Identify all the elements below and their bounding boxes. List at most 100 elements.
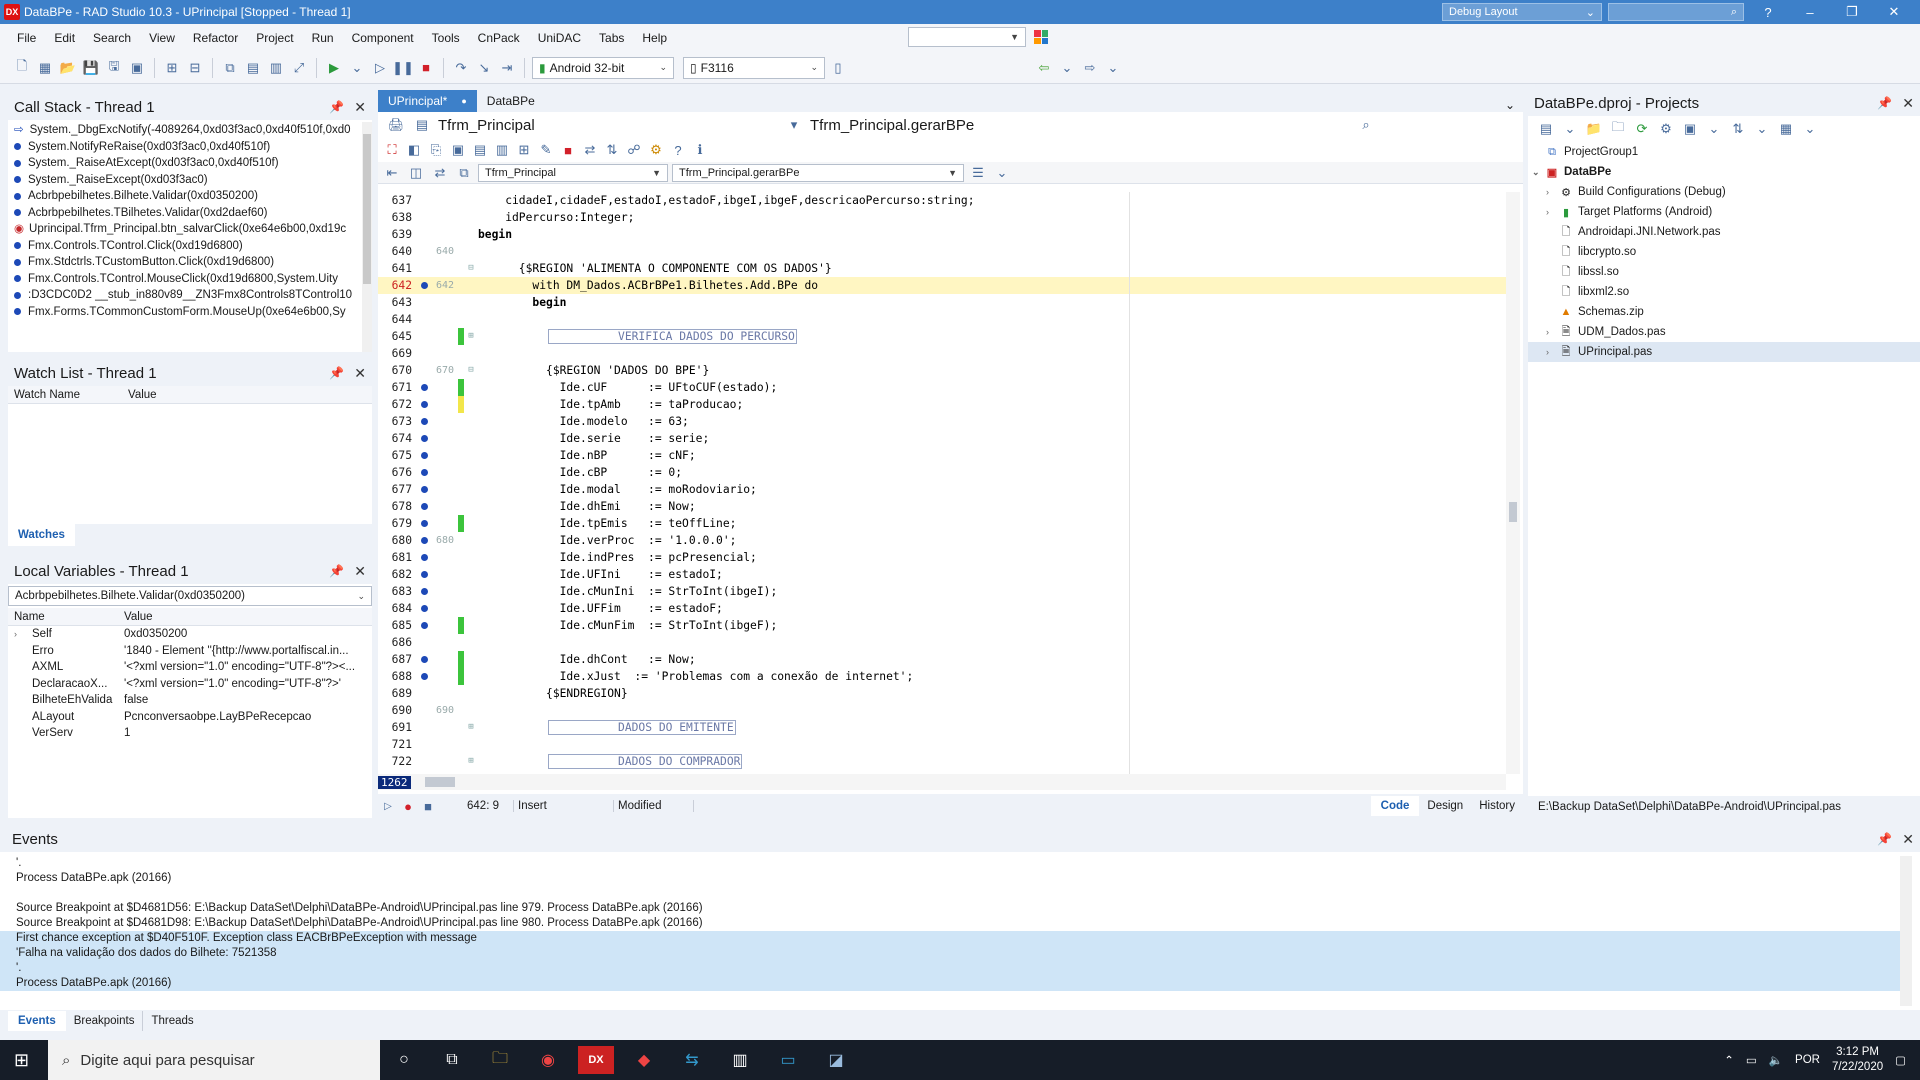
- collapse-chevron-icon[interactable]: ⌄: [1532, 167, 1544, 178]
- device-select[interactable]: ▯ F3116 ⌄: [683, 56, 825, 79]
- call-stack-item[interactable]: Acbrbpebilhetes.TBilhetes.Validar(0xd2da…: [8, 205, 362, 222]
- pin-icon[interactable]: 📌: [329, 366, 344, 380]
- sync-icon[interactable]: ▤: [1536, 119, 1556, 139]
- volume-icon[interactable]: 🔈: [1769, 1053, 1783, 1067]
- tree-item[interactable]: › ⚙ Build Configurations (Debug): [1528, 182, 1920, 202]
- layout-combo[interactable]: Debug Layout ⌄: [1442, 3, 1602, 21]
- class-icon[interactable]: ▤: [412, 115, 432, 135]
- cnpack-icon[interactable]: ⎘: [426, 140, 446, 160]
- cnpack-icon[interactable]: ■: [558, 140, 578, 160]
- run-to-cursor-icon[interactable]: ⇥: [497, 58, 517, 78]
- local-variable-row[interactable]: AXML '<?xml version="1.0" encoding="UTF-8…: [8, 659, 372, 676]
- dropdown-icon[interactable]: ⌄: [1752, 119, 1772, 139]
- collapsed-region[interactable]: VERIFICA DADOS DO PERCURSO: [478, 328, 1506, 345]
- call-stack-item[interactable]: :D3CDC0D2 __stub_in880v89__ZN3Fmx8Contro…: [8, 287, 362, 304]
- tree-item[interactable]: › ▮ Target Platforms (Android): [1528, 202, 1920, 222]
- call-stack-item[interactable]: Fmx.Stdctrls.TCustomButton.Click(0xd19d6…: [8, 254, 362, 271]
- event-log[interactable]: '. Process DataBPe.apk (20166) Source Br…: [0, 856, 1900, 1006]
- nav-method-select[interactable]: Tfrm_Principal.gerarBPe ▼: [672, 163, 964, 182]
- stop-macro-icon[interactable]: ■: [418, 796, 438, 816]
- tab-design[interactable]: Design: [1419, 796, 1471, 816]
- options-icon[interactable]: ▣: [1680, 119, 1700, 139]
- column-watch-name[interactable]: Watch Name: [8, 389, 128, 401]
- toggle-form-icon[interactable]: ⧉: [220, 58, 240, 78]
- toggle-icon[interactable]: ⤢: [289, 58, 309, 78]
- run-without-debug-icon[interactable]: ▷: [370, 58, 390, 78]
- nav-list-icon[interactable]: ☰: [968, 163, 988, 183]
- collapsed-region[interactable]: DADOS DO EMITENTE: [478, 719, 1506, 736]
- cnpack-icon[interactable]: ?: [668, 140, 688, 160]
- cnpack-icon[interactable]: ⇅: [602, 140, 622, 160]
- pin-icon[interactable]: 📌: [1877, 832, 1892, 846]
- nav-icon[interactable]: ⇤: [382, 163, 402, 183]
- color-grid-icon[interactable]: [1034, 30, 1048, 44]
- open-project-icon[interactable]: ▣: [127, 58, 147, 78]
- method-explorer-label[interactable]: Tfrm_Principal.gerarBPe: [810, 117, 1350, 134]
- call-stack-item[interactable]: ◉ Uprincipal.Tfrm_Principal.btn_salvarCli…: [8, 221, 362, 238]
- nav-icon[interactable]: ⧉: [454, 163, 474, 183]
- trace-into-icon[interactable]: ↘: [474, 58, 494, 78]
- menu-cnpack[interactable]: CnPack: [469, 31, 529, 45]
- menu-tabs[interactable]: Tabs: [590, 31, 633, 45]
- run-dropdown-icon[interactable]: ⌄: [347, 58, 367, 78]
- local-variable-row[interactable]: Erro '1840 - Element ''{http://www.portal…: [8, 643, 372, 660]
- platform-select[interactable]: ▮ Android 32-bit ⌄: [532, 56, 674, 79]
- menu-unidac[interactable]: UniDAC: [529, 31, 590, 45]
- tree-item[interactable]: 🗋 libcrypto.so: [1528, 242, 1920, 262]
- vertical-scrollbar[interactable]: [362, 122, 372, 352]
- pin-icon[interactable]: 📌: [1877, 96, 1892, 110]
- view-icon[interactable]: ▦: [1776, 119, 1796, 139]
- column-value[interactable]: Value: [128, 389, 157, 401]
- close-window-button[interactable]: ✕: [1876, 4, 1912, 20]
- menu-tools[interactable]: Tools: [423, 31, 469, 45]
- call-stack-item[interactable]: Acbrbpebilhetes.Bilhete.Validar(0xd03502…: [8, 188, 362, 205]
- dropdown-icon[interactable]: ⌄: [1560, 119, 1580, 139]
- clock[interactable]: 3:12 PM 7/22/2020: [1832, 1045, 1883, 1075]
- rad-studio-taskbar-icon[interactable]: DX: [578, 1046, 614, 1074]
- minimize-button[interactable]: –: [1792, 5, 1828, 20]
- search-icon[interactable]: ⌕: [1356, 115, 1376, 135]
- restore-button[interactable]: ❐: [1834, 4, 1870, 20]
- forward-nav-icon[interactable]: ⇨: [1080, 58, 1100, 78]
- stop-icon[interactable]: ■: [416, 58, 436, 78]
- nav-class-select[interactable]: Tfrm_Principal ▼: [478, 163, 668, 182]
- cnpack-icon[interactable]: ▥: [492, 140, 512, 160]
- tab-databpe[interactable]: DataBPe: [477, 90, 545, 112]
- local-variable-row[interactable]: DeclaracaoX... '<?xml version="1.0" encod…: [8, 676, 372, 693]
- local-variable-row[interactable]: › Self 0xd0350200: [8, 626, 372, 643]
- expand-chevron-icon[interactable]: ›: [14, 626, 32, 643]
- tree-item-selected[interactable]: › 🗎 UPrincipal.pas: [1528, 342, 1920, 362]
- nav-icon[interactable]: ⇄: [430, 163, 450, 183]
- menu-project[interactable]: Project: [247, 31, 302, 45]
- collapsed-region[interactable]: DADOS DO COMPRADOR: [478, 753, 1506, 770]
- step-over-icon[interactable]: ↷: [451, 58, 471, 78]
- tree-item-projectgroup[interactable]: ⧉ ProjectGroup1: [1528, 142, 1920, 162]
- call-stack-item[interactable]: System.NotifyReRaise(0xd03f3ac0,0xd40f51…: [8, 139, 362, 156]
- save-icon[interactable]: 💾: [81, 58, 101, 78]
- app-icon[interactable]: ◪: [812, 1040, 860, 1080]
- remove-file-icon[interactable]: ⊟: [185, 58, 205, 78]
- new-icon[interactable]: 🗋: [12, 58, 32, 78]
- column-name[interactable]: Name: [8, 611, 124, 623]
- local-variable-row[interactable]: VerServ 1: [8, 725, 372, 742]
- cnpack-icon[interactable]: ⛶: [382, 140, 402, 160]
- task-view-icon[interactable]: ⧉: [428, 1040, 476, 1080]
- menu-view[interactable]: View: [140, 31, 184, 45]
- cnpack-icon[interactable]: ⊞: [514, 140, 534, 160]
- nav-dropdown-icon[interactable]: ⌄: [992, 163, 1012, 183]
- tab-watches[interactable]: Watches: [8, 524, 75, 546]
- editor-vertical-scrollbar[interactable]: [1506, 192, 1520, 774]
- nav-icon[interactable]: ◫: [406, 163, 426, 183]
- build-icon[interactable]: ⚙: [1656, 119, 1676, 139]
- view-form-icon[interactable]: ▥: [266, 58, 286, 78]
- cnpack-icon[interactable]: ◧: [404, 140, 424, 160]
- call-stack-item[interactable]: System._RaiseAtExcept(0xd03f3ac0,0xd40f5…: [8, 155, 362, 172]
- view-unit-icon[interactable]: ▤: [243, 58, 263, 78]
- help-icon[interactable]: ?: [1750, 5, 1786, 20]
- call-stack-item[interactable]: System._RaiseExcept(0xd03f3ac0): [8, 172, 362, 189]
- cnpack-icon[interactable]: ▤: [470, 140, 490, 160]
- call-stack-item[interactable]: Fmx.Controls.TControl.Click(0xd19d6800): [8, 238, 362, 255]
- language-indicator[interactable]: POR: [1795, 1054, 1820, 1066]
- pin-icon[interactable]: 📌: [329, 100, 344, 114]
- tray-chevron-icon[interactable]: ⌃: [1724, 1053, 1734, 1067]
